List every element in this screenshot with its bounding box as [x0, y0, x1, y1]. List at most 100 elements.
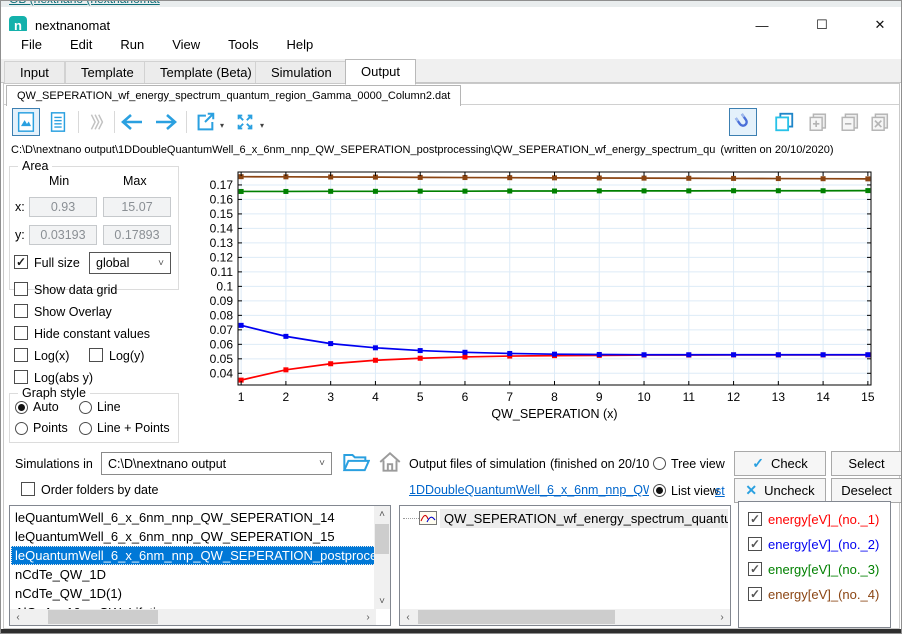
simulation-folder-link[interactable]: 1DDoubleQuantumWell_6_x_6nm_nnp_QW_SEP	[409, 483, 649, 497]
vertical-scrollbar[interactable]: ˄ ˅	[374, 506, 390, 609]
remove-page-icon	[839, 111, 861, 133]
simulation-list-item-selected[interactable]: leQuantumWell_6_x_6nm_nnp_QW_SEPERATION_…	[11, 546, 391, 565]
uncheck-button-label: Uncheck	[764, 483, 815, 498]
horizontal-scrollbar[interactable]: ‹ ›	[400, 609, 730, 625]
scroll-left-arrow[interactable]: ‹	[400, 609, 416, 625]
tab-input[interactable]: Input	[4, 61, 65, 83]
hide-constant-values-checkbox[interactable]	[14, 326, 28, 340]
log-y-checkbox[interactable]	[89, 348, 103, 362]
file-path-bar: C:\D\nextnano output\1DDoubleQuantumWell…	[11, 144, 897, 159]
document-tab[interactable]: QW_SEPERATION_wf_energy_spectrum_quantum…	[6, 85, 461, 107]
horizontal-scrollbar[interactable]: ‹ ›	[10, 609, 376, 625]
fullscreen-button[interactable]: ▾	[230, 108, 266, 136]
graph-style-line-radio[interactable]	[79, 401, 92, 414]
arrow-right-icon	[153, 111, 179, 133]
graph-view-icon	[15, 111, 37, 133]
log-x-checkbox[interactable]	[14, 348, 28, 362]
graph-style-line-points-radio[interactable]	[79, 422, 92, 435]
export-dropdown-caret[interactable]: ▾	[220, 121, 224, 130]
svg-text:0.1: 0.1	[216, 279, 233, 293]
add-page-button[interactable]	[804, 108, 832, 136]
svg-text:0.15: 0.15	[210, 207, 234, 221]
svg-text:15: 15	[861, 390, 875, 404]
svg-text:0.11: 0.11	[211, 265, 234, 279]
tab-template[interactable]: Template	[65, 61, 150, 83]
browse-folder-button[interactable]	[342, 450, 370, 474]
horizontal-scrollbar-thumb[interactable]	[48, 610, 158, 624]
legend-checkbox[interactable]	[748, 512, 762, 526]
close-page-button[interactable]	[866, 108, 894, 136]
menu-help[interactable]: Help	[273, 31, 328, 59]
fullscreen-dropdown-caret[interactable]: ▾	[260, 121, 264, 130]
svg-text:7: 7	[506, 390, 513, 404]
simulation-list-item[interactable]: nCdTe_QW_1D	[11, 565, 110, 584]
menu-file[interactable]: File	[7, 31, 56, 59]
show-data-grid-checkbox[interactable]	[14, 282, 28, 296]
home-icon	[377, 450, 403, 474]
vertical-scrollbar-thumb[interactable]	[375, 524, 389, 554]
svg-text:0.05: 0.05	[210, 352, 234, 366]
legend-item[interactable]: energy[eV]_(no._1)	[748, 510, 879, 528]
next-button[interactable]	[152, 108, 180, 136]
graph-style-points-radio[interactable]	[15, 422, 28, 435]
svg-text:0.13: 0.13	[210, 236, 234, 250]
duplicate-tab-button[interactable]	[770, 108, 798, 136]
output-file-item[interactable]: QW_SEPERATION_wf_energy_spectrum_quantum…	[440, 509, 728, 528]
tab-template-beta[interactable]: Template (Beta)	[144, 61, 268, 83]
text-view-button[interactable]	[44, 108, 72, 136]
horizontal-scrollbar-thumb[interactable]	[418, 610, 615, 624]
simulations-folder-combobox[interactable]: C:\D\nextnano output ˅	[101, 452, 332, 475]
scroll-down-arrow[interactable]: ˅	[374, 593, 390, 609]
tab-output[interactable]: Output	[345, 59, 416, 85]
menu-edit[interactable]: Edit	[56, 31, 106, 59]
list-view-radio[interactable]	[653, 484, 666, 497]
scroll-up-arrow[interactable]: ˄	[374, 506, 390, 522]
scroll-right-arrow[interactable]: ›	[714, 609, 730, 625]
select-button[interactable]: Select	[831, 451, 902, 476]
x-max-field: 15.07	[103, 197, 171, 217]
menu-view[interactable]: View	[158, 31, 214, 59]
overlay-pages-button[interactable]	[82, 108, 110, 136]
legend-item[interactable]: energy[eV]_(no._4)	[748, 585, 879, 603]
legend-checkbox[interactable]	[748, 562, 762, 576]
x-min-field: 0.93	[29, 197, 97, 217]
title-bar: n nextnanomat — ☐ ✕	[1, 7, 902, 31]
magnet-icon	[732, 111, 754, 133]
simulation-folder-link-tail[interactable]: st	[715, 484, 725, 498]
order-folders-by-date-checkbox[interactable]	[21, 482, 35, 496]
graph-style-auto-radio[interactable]	[15, 401, 28, 414]
legend-checkbox[interactable]	[748, 587, 762, 601]
graph-style-title: Graph style	[18, 386, 90, 400]
max-header: Max	[123, 174, 147, 188]
energy-spectrum-chart: 1234567891011121314150.040.050.060.070.0…	[187, 159, 899, 449]
show-overlay-checkbox[interactable]	[14, 304, 28, 318]
legend-item[interactable]: energy[eV]_(no._3)	[748, 560, 879, 578]
home-folder-button[interactable]	[377, 450, 403, 474]
menu-run[interactable]: Run	[106, 31, 158, 59]
taskbar-strip	[1, 629, 902, 634]
simulation-list-item[interactable]: leQuantumWell_6_x_6nm_nnp_QW_SEPERATION_…	[11, 508, 339, 527]
export-button[interactable]: ▾	[190, 108, 226, 136]
graph-view-button[interactable]	[12, 108, 40, 136]
menu-tools[interactable]: Tools	[214, 31, 272, 59]
snap-magnet-button[interactable]	[729, 108, 757, 136]
tab-simulation[interactable]: Simulation	[255, 61, 348, 83]
deselect-button[interactable]: Deselect	[831, 478, 902, 503]
previous-button[interactable]	[118, 108, 146, 136]
tree-view-label: Tree view	[671, 457, 725, 471]
remove-page-button[interactable]	[836, 108, 864, 136]
tree-view-radio[interactable]	[653, 457, 666, 470]
full-size-checkbox[interactable]	[14, 255, 28, 269]
legend-checkbox[interactable]	[748, 537, 762, 551]
check-button[interactable]: ✓ Check	[734, 451, 826, 476]
uncheck-button[interactable]: ✕ Uncheck	[734, 478, 826, 503]
legend-item[interactable]: energy[eV]_(no._2)	[748, 535, 879, 553]
svg-text:0.06: 0.06	[210, 337, 234, 351]
log-abs-y-checkbox[interactable]	[14, 370, 28, 384]
scroll-left-arrow[interactable]: ‹	[10, 609, 26, 625]
scroll-right-arrow[interactable]: ›	[360, 609, 376, 625]
simulation-list-item[interactable]: leQuantumWell_6_x_6nm_nnp_QW_SEPERATION_…	[11, 527, 339, 546]
simulation-list-item[interactable]: nCdTe_QW_1D(1)	[11, 584, 126, 603]
legend-label: energy[eV]_(no._3)	[768, 562, 879, 577]
scale-dropdown[interactable]: global ˅	[89, 252, 171, 274]
